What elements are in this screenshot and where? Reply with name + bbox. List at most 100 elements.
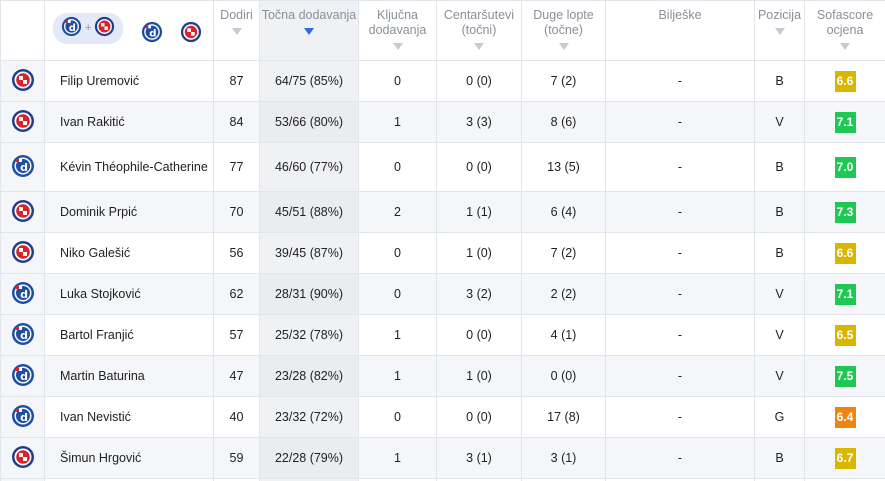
team-filter-both[interactable]: d + xyxy=(53,13,124,44)
player-name[interactable]: Šimun Hrgović xyxy=(44,437,214,479)
rating-badge[interactable]: 6.5 xyxy=(834,324,856,346)
column-header-rating[interactable]: Sofascore ocjena xyxy=(804,0,885,61)
crosses-cell: 3 (3) xyxy=(436,101,522,143)
column-header-crosses[interactable]: Centaršutevi (točni) xyxy=(436,0,522,61)
column-header-touches[interactable]: Dodiri xyxy=(213,0,260,61)
crosses-cell: 1 (1) xyxy=(436,191,522,233)
column-header-label: Točna dodavanja xyxy=(261,8,357,22)
team-crest-cell xyxy=(0,191,45,233)
accurate-passes-cell: 39/45 (87%) xyxy=(259,232,359,274)
column-header-notes: Bilješke xyxy=(605,0,755,61)
hajduk-crest-icon xyxy=(11,240,35,267)
accurate-passes-cell: 23/28 (82%) xyxy=(259,355,359,397)
column-header-label: Sofascore ocjena xyxy=(816,8,874,37)
position-cell: B xyxy=(754,60,805,102)
crosses-cell: 0 (0) xyxy=(436,142,522,192)
touches-cell: 87 xyxy=(213,60,260,102)
touches-cell: 62 xyxy=(213,273,260,315)
touches-cell: 47 xyxy=(213,355,260,397)
hajduk-team-filter[interactable] xyxy=(180,21,202,47)
table-row[interactable]: d Kévin Théophile-Catherine 77 46/60 (77%) 0… xyxy=(0,142,885,192)
player-name[interactable]: Luka Stojković xyxy=(44,273,214,315)
key-passes-cell: 1 xyxy=(358,314,437,356)
dinamo-crest-icon: d xyxy=(11,154,35,181)
table-row[interactable]: Ivan Rakitić 84 53/66 (80%) 1 3 (3) 8 (6) - V 7.… xyxy=(0,101,885,143)
accurate-passes-cell: 53/66 (80%) xyxy=(259,101,359,143)
team-crest-cell xyxy=(0,437,45,479)
key-passes-cell: 0 xyxy=(358,273,437,315)
key-passes-cell: 0 xyxy=(358,142,437,192)
sort-arrow-icon xyxy=(231,28,242,35)
table-row[interactable]: Filip Uremović 87 64/75 (85%) 0 0 (0) 7 (2) - B… xyxy=(0,60,885,102)
key-passes-cell: 0 xyxy=(358,396,437,438)
table-row[interactable]: Dominik Prpić 70 45/51 (88%) 2 1 (1) 6 (4) - B 7… xyxy=(0,191,885,233)
touches-cell: 77 xyxy=(213,142,260,192)
position-cell: V xyxy=(754,101,805,143)
touches-cell: 57 xyxy=(213,314,260,356)
player-name[interactable]: Niko Galešić xyxy=(44,232,214,274)
position-cell: V xyxy=(754,273,805,315)
crosses-cell: 0 (0) xyxy=(436,396,522,438)
dinamo-crest-icon: d xyxy=(11,322,35,349)
position-cell: V xyxy=(754,355,805,397)
dinamo-team-filter[interactable]: d xyxy=(141,21,163,47)
dinamo-crest-icon: d xyxy=(11,363,35,390)
team-crest-cell xyxy=(0,101,45,143)
player-name[interactable]: Ivan Rakitić xyxy=(44,101,214,143)
column-header-key-passes[interactable]: Ključna dodavanja xyxy=(358,0,437,61)
player-name[interactable]: Filip Uremović xyxy=(44,60,214,102)
rating-cell: 6.4 xyxy=(804,396,885,438)
table-row[interactable]: d Luka Stojković 62 28/31 (90%) 0 3 (2) 2 (2) -… xyxy=(0,273,885,315)
long-balls-cell: 7 (2) xyxy=(521,60,606,102)
team-crest-cell xyxy=(0,232,45,274)
svg-text:d: d xyxy=(20,370,28,383)
column-header-position[interactable]: Pozicija xyxy=(754,0,805,61)
sort-arrow-icon xyxy=(558,43,569,50)
table-row[interactable]: d Ivan Nevistić 40 23/32 (72%) 0 0 (0) 17 (8) -… xyxy=(0,396,885,438)
hajduk-crest-icon xyxy=(11,109,35,136)
table-row[interactable]: Niko Galešić 56 39/45 (87%) 0 1 (0) 7 (2) - B 6.… xyxy=(0,232,885,274)
rating-cell: 7.0 xyxy=(804,142,885,192)
rating-badge[interactable]: 7.1 xyxy=(834,283,856,305)
accurate-passes-cell: 25/32 (78%) xyxy=(259,314,359,356)
rating-badge[interactable]: 6.4 xyxy=(834,406,856,428)
table-row[interactable]: Šimun Hrgović 59 22/28 (79%) 1 3 (1) 3 (1) - B 6… xyxy=(0,437,885,479)
accurate-passes-cell: 22/28 (79%) xyxy=(259,437,359,479)
notes-cell: - xyxy=(605,232,755,274)
rating-badge[interactable]: 6.6 xyxy=(834,242,856,264)
key-passes-cell: 1 xyxy=(358,437,437,479)
player-name[interactable]: Ivan Nevistić xyxy=(44,396,214,438)
crosses-cell: 3 (2) xyxy=(436,273,522,315)
svg-text:d: d xyxy=(149,28,156,39)
touches-cell: 84 xyxy=(213,101,260,143)
column-header-label: Bilješke xyxy=(658,8,702,22)
table-row[interactable]: d Martin Baturina 47 23/28 (82%) 1 1 (0) 0 (0)… xyxy=(0,355,885,397)
table-row[interactable]: d Bartol Franjić 57 25/32 (78%) 1 0 (0) 4 (1) -… xyxy=(0,314,885,356)
touches-cell: 59 xyxy=(213,437,260,479)
team-crest-cell: d xyxy=(0,142,45,192)
notes-cell: - xyxy=(605,437,755,479)
rating-badge[interactable]: 7.3 xyxy=(834,201,856,223)
player-name[interactable]: Dominik Prpić xyxy=(44,191,214,233)
rating-badge[interactable]: 6.7 xyxy=(834,447,856,469)
long-balls-cell: 17 (8) xyxy=(521,396,606,438)
crosses-cell: 1 (0) xyxy=(436,232,522,274)
rating-badge[interactable]: 7.5 xyxy=(834,365,856,387)
notes-cell: - xyxy=(605,355,755,397)
touches-cell: 56 xyxy=(213,232,260,274)
notes-cell: - xyxy=(605,314,755,356)
player-name[interactable]: Bartol Franjić xyxy=(44,314,214,356)
long-balls-cell: 8 (6) xyxy=(521,101,606,143)
player-name[interactable]: Kévin Théophile-Catherine xyxy=(44,142,214,192)
notes-cell: - xyxy=(605,142,755,192)
rating-badge[interactable]: 7.0 xyxy=(834,156,856,178)
crosses-cell: 1 (0) xyxy=(436,355,522,397)
column-header-long-balls[interactable]: Duge lopte (točne) xyxy=(521,0,606,61)
player-name[interactable]: Martin Baturina xyxy=(44,355,214,397)
column-header-accurate-passes[interactable]: Točna dodavanja xyxy=(259,0,359,61)
rating-badge[interactable]: 7.1 xyxy=(834,111,856,133)
rating-cell: 6.6 xyxy=(804,232,885,274)
position-cell: B xyxy=(754,191,805,233)
notes-cell: - xyxy=(605,101,755,143)
rating-badge[interactable]: 6.6 xyxy=(834,70,856,92)
